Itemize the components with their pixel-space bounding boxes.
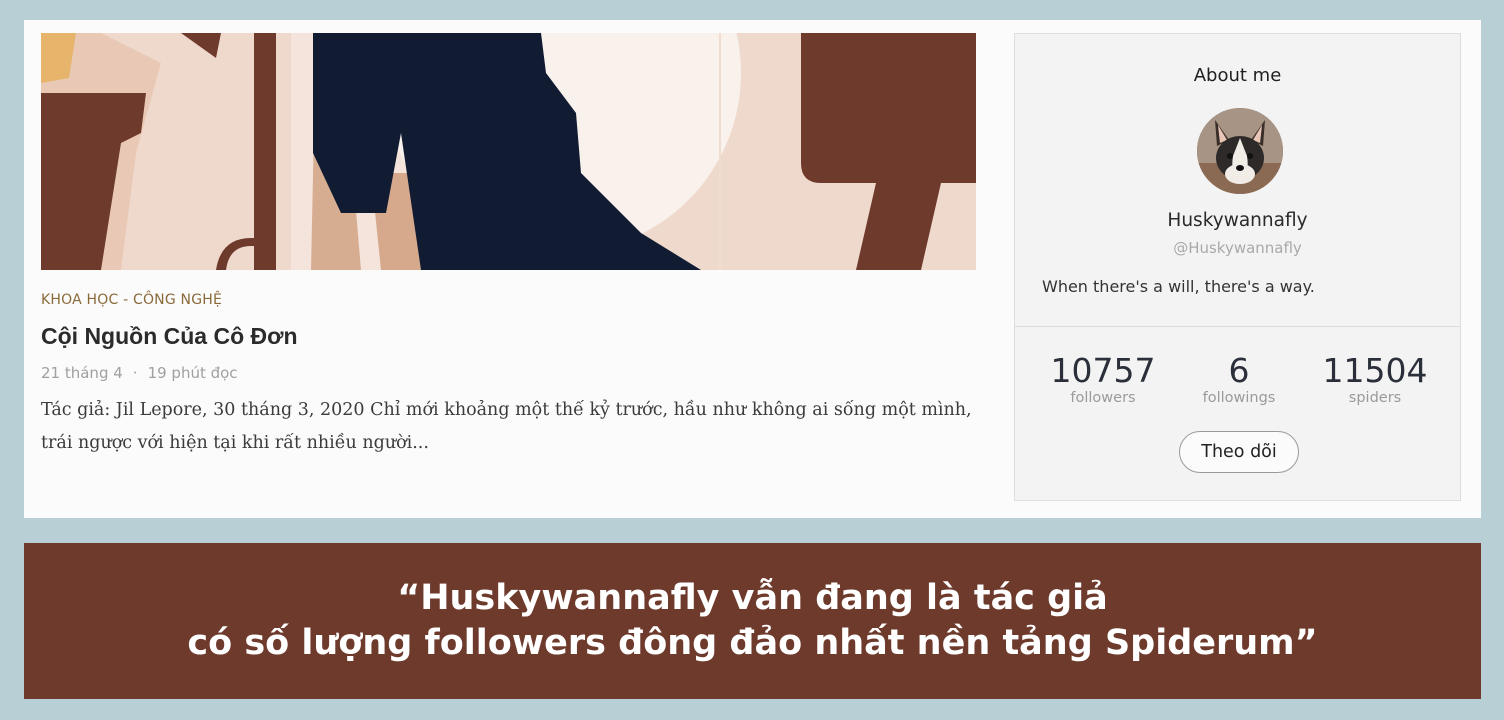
stat-label: spiders bbox=[1348, 390, 1402, 406]
meta-separator: · bbox=[132, 364, 138, 382]
divider bbox=[1015, 326, 1460, 327]
post-read-time: 19 phút đọc bbox=[147, 364, 238, 382]
post-excerpt-line: trái ngược với hiện tại khi rất nhiều ng… bbox=[41, 433, 429, 453]
stat-label: followers bbox=[1070, 390, 1136, 406]
post-excerpt-line: Tác giả: Jil Lepore, 30 tháng 3, 2020 Ch… bbox=[41, 400, 972, 420]
post-category[interactable]: KHOA HỌC - CÔNG NGHỆ bbox=[41, 292, 222, 308]
stat-value: 11504 bbox=[1322, 351, 1428, 390]
avatar[interactable] bbox=[1197, 108, 1283, 194]
content-panel: KHOA HỌC - CÔNG NGHỆ Cội Nguồn Của Cô Đơ… bbox=[24, 20, 1481, 518]
quote-line: “Huskywannafly vẫn đang là tác giả bbox=[397, 578, 1108, 618]
stat-followers[interactable]: 10757 followers bbox=[1033, 351, 1173, 407]
about-me-card: About me Huskywannafly @Huskywannafly Wh… bbox=[1014, 33, 1461, 501]
stat-value: 6 bbox=[1228, 351, 1250, 390]
post-excerpt: Tác giả: Jil Lepore, 30 tháng 3, 2020 Ch… bbox=[41, 394, 986, 460]
stat-spiders[interactable]: 11504 spiders bbox=[1305, 351, 1445, 407]
stat-value: 10757 bbox=[1050, 351, 1156, 390]
quote-banner: “Huskywannafly vẫn đang là tác giả có số… bbox=[24, 543, 1481, 699]
about-heading: About me bbox=[1193, 65, 1282, 86]
stat-followings[interactable]: 6 followings bbox=[1169, 351, 1309, 407]
quote-line: có số lượng followers đông đảo nhất nền … bbox=[187, 623, 1318, 663]
post-cover-image[interactable] bbox=[41, 33, 976, 270]
post-meta: 21 tháng 4 · 19 phút đọc bbox=[41, 364, 238, 382]
stat-label: followings bbox=[1202, 390, 1276, 406]
profile-username[interactable]: Huskywannafly bbox=[1015, 210, 1460, 231]
post-date: 21 tháng 4 bbox=[41, 364, 123, 382]
profile-bio: When there's a will, there's a way. bbox=[1042, 277, 1315, 296]
profile-handle: @Huskywannafly bbox=[1173, 239, 1302, 257]
follow-button[interactable]: Theo dõi bbox=[1179, 431, 1299, 473]
post-title[interactable]: Cội Nguồn Của Cô Đơn bbox=[41, 323, 298, 350]
